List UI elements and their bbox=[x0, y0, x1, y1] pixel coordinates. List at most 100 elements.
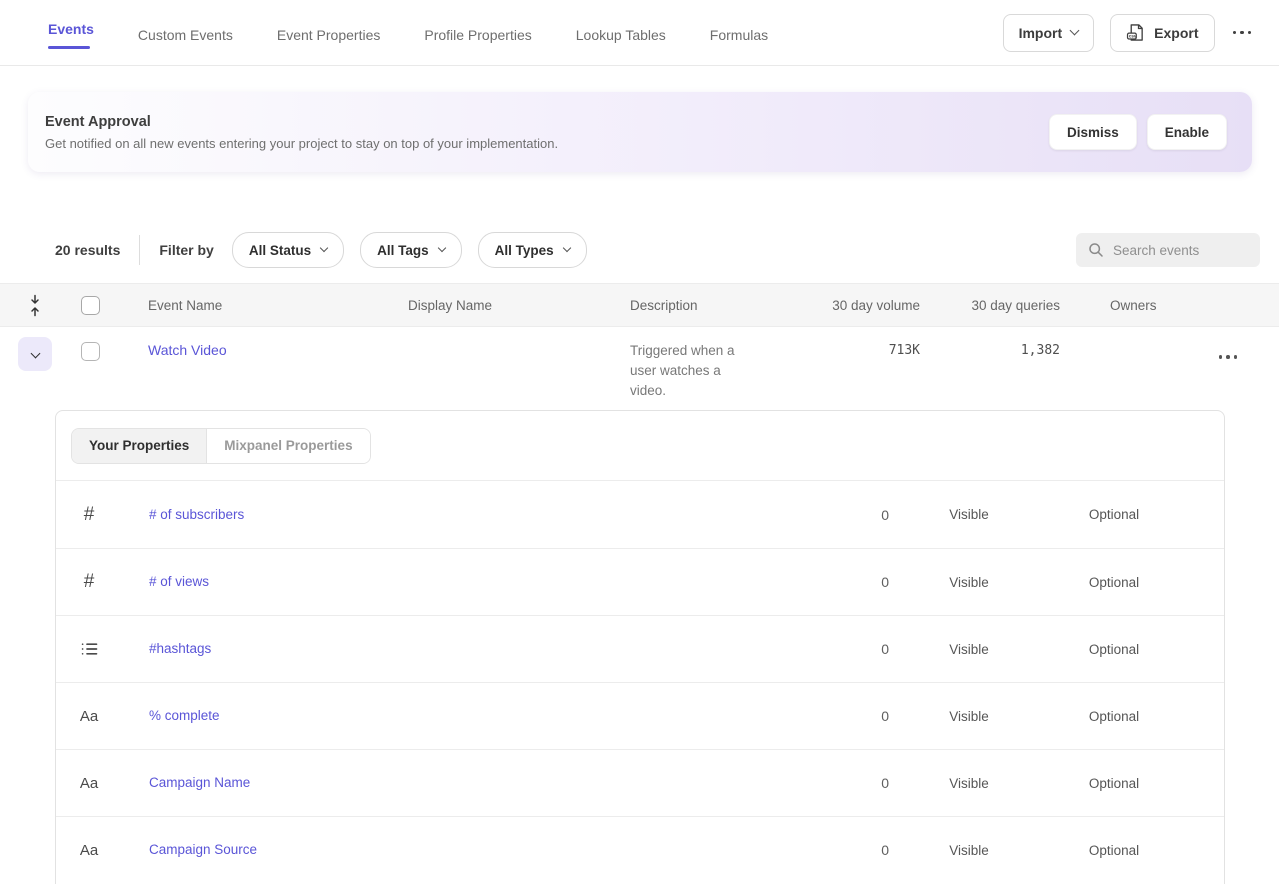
svg-text:csv: csv bbox=[1129, 34, 1137, 39]
banner-title: Event Approval bbox=[45, 114, 558, 130]
search-box bbox=[1076, 233, 1260, 267]
number-type-icon: # bbox=[84, 571, 95, 593]
banner-actions: Dismiss Enable bbox=[1049, 114, 1227, 150]
row-checkbox[interactable] bbox=[81, 342, 100, 361]
property-type-icon-cell: # Aa bbox=[56, 775, 122, 792]
lexicon-tabs: Events Custom Events Event Properties Pr… bbox=[48, 17, 768, 49]
tab-profile-properties[interactable]: Profile Properties bbox=[424, 23, 531, 43]
property-visibility: Visible bbox=[889, 776, 1049, 791]
event-properties-panel: Your Properties Mixpanel Properties # Aa… bbox=[55, 410, 1225, 884]
event-30-day-queries: 1,382 bbox=[920, 339, 1060, 358]
tab-events-label: Events bbox=[48, 21, 94, 37]
status-filter-dropdown[interactable]: All Status bbox=[232, 232, 344, 268]
export-button[interactable]: csv Export bbox=[1110, 14, 1214, 52]
text-type-icon: Aa bbox=[80, 842, 98, 859]
property-name-link[interactable]: % complete bbox=[122, 708, 220, 723]
tags-filter-dropdown[interactable]: All Tags bbox=[360, 232, 462, 268]
properties-list: # Aa # of subscribers 0 Visible Optional… bbox=[56, 481, 1224, 883]
text-type-icon: Aa bbox=[80, 708, 98, 725]
tab-custom-events[interactable]: Custom Events bbox=[138, 23, 233, 43]
property-name-link[interactable]: Campaign Source bbox=[122, 842, 257, 857]
column-header-event-name: Event Name bbox=[126, 298, 404, 313]
property-row: # Aa Campaign Name 0 Visible Optional bbox=[56, 749, 1224, 816]
property-row: # Aa #hashtags 0 Visible Optional bbox=[56, 615, 1224, 682]
tab-event-properties[interactable]: Event Properties bbox=[277, 23, 381, 43]
property-requirement: Optional bbox=[1049, 507, 1179, 522]
list-type-icon bbox=[81, 641, 98, 657]
tab-custom-events-label: Custom Events bbox=[138, 27, 233, 43]
property-visibility: Visible bbox=[889, 575, 1049, 590]
property-30-day-queries: 0 bbox=[729, 641, 889, 657]
dismiss-button[interactable]: Dismiss bbox=[1049, 114, 1137, 150]
tab-formulas[interactable]: Formulas bbox=[710, 23, 768, 43]
events-table-header: Event Name Display Name Description 30 d… bbox=[0, 283, 1279, 327]
chevron-down-icon bbox=[437, 244, 445, 252]
types-filter-label: All Types bbox=[495, 243, 554, 258]
text-type-icon: Aa bbox=[80, 775, 98, 792]
status-filter-label: All Status bbox=[249, 243, 311, 258]
event-approval-banner: Event Approval Get notified on all new e… bbox=[28, 92, 1252, 172]
property-requirement: Optional bbox=[1049, 843, 1179, 858]
event-name-link[interactable]: Watch Video bbox=[148, 342, 227, 358]
overflow-menu-button[interactable] bbox=[1231, 23, 1254, 43]
banner-subtitle: Get notified on all new events entering … bbox=[45, 136, 558, 151]
import-button-label: Import bbox=[1019, 25, 1063, 41]
nav-actions: Import csv Export bbox=[1003, 14, 1253, 52]
chevron-down-icon bbox=[1070, 26, 1080, 36]
banner-text: Event Approval Get notified on all new e… bbox=[45, 114, 558, 151]
results-count: 20 results bbox=[55, 242, 120, 258]
tab-lookup-tables[interactable]: Lookup Tables bbox=[576, 23, 666, 43]
divider bbox=[139, 235, 140, 265]
property-type-icon-cell: # Aa bbox=[56, 571, 122, 593]
csv-file-icon: csv bbox=[1126, 23, 1145, 42]
property-30-day-queries: 0 bbox=[729, 574, 889, 590]
import-button[interactable]: Import bbox=[1003, 14, 1095, 52]
filter-by-label: Filter by bbox=[159, 242, 213, 258]
search-input[interactable] bbox=[1113, 243, 1248, 258]
types-filter-dropdown[interactable]: All Types bbox=[478, 232, 587, 268]
property-name-link[interactable]: Campaign Name bbox=[122, 775, 250, 790]
property-visibility: Visible bbox=[889, 709, 1049, 724]
property-row: # Aa # of views 0 Visible Optional bbox=[56, 548, 1224, 615]
column-header-30-day-volume: 30 day volume bbox=[775, 298, 920, 313]
property-30-day-queries: 0 bbox=[729, 507, 889, 523]
event-row-watch-video: Watch Video Triggered when a user watche… bbox=[0, 327, 1279, 410]
collapse-all-icon[interactable] bbox=[0, 294, 70, 317]
property-name-link[interactable]: #hashtags bbox=[122, 641, 211, 656]
select-all-checkbox[interactable] bbox=[81, 296, 100, 315]
property-visibility: Visible bbox=[889, 507, 1049, 522]
column-header-owners: Owners bbox=[1060, 298, 1279, 313]
tab-events[interactable]: Events bbox=[48, 17, 94, 49]
tags-filter-label: All Tags bbox=[377, 243, 429, 258]
property-requirement: Optional bbox=[1049, 575, 1179, 590]
row-overflow-menu-button[interactable] bbox=[1217, 347, 1240, 367]
chevron-down-icon bbox=[30, 348, 40, 358]
property-type-icon-cell: # Aa bbox=[56, 842, 122, 859]
property-row: # Aa Campaign Source 0 Visible Optional bbox=[56, 816, 1224, 883]
chevron-down-icon bbox=[320, 244, 328, 252]
top-navigation: Events Custom Events Event Properties Pr… bbox=[0, 0, 1279, 66]
tab-formulas-label: Formulas bbox=[710, 27, 768, 43]
properties-tab-group: Your Properties Mixpanel Properties bbox=[71, 428, 371, 464]
property-30-day-queries: 0 bbox=[729, 775, 889, 791]
number-type-icon: # bbox=[84, 504, 95, 526]
enable-button[interactable]: Enable bbox=[1147, 114, 1227, 150]
event-description: Triggered when a user watches a video. bbox=[608, 339, 758, 401]
property-30-day-queries: 0 bbox=[729, 708, 889, 724]
property-type-icon-cell: # Aa bbox=[56, 504, 122, 526]
tab-mixpanel-properties[interactable]: Mixpanel Properties bbox=[207, 429, 369, 463]
search-icon bbox=[1088, 242, 1104, 258]
column-header-display-name: Display Name bbox=[404, 298, 608, 313]
column-header-description: Description bbox=[608, 298, 775, 313]
collapse-row-button[interactable] bbox=[18, 337, 52, 371]
event-30-day-volume: 713K bbox=[775, 339, 920, 358]
property-type-icon-cell: # Aa bbox=[56, 641, 122, 657]
properties-panel-header: Your Properties Mixpanel Properties bbox=[56, 411, 1224, 481]
property-name-link[interactable]: # of views bbox=[122, 574, 209, 589]
tab-event-properties-label: Event Properties bbox=[277, 27, 381, 43]
property-row: # Aa # of subscribers 0 Visible Optional bbox=[56, 481, 1224, 548]
property-30-day-queries: 0 bbox=[729, 842, 889, 858]
tab-your-properties[interactable]: Your Properties bbox=[72, 429, 207, 463]
tab-profile-properties-label: Profile Properties bbox=[424, 27, 531, 43]
property-name-link[interactable]: # of subscribers bbox=[122, 507, 244, 522]
